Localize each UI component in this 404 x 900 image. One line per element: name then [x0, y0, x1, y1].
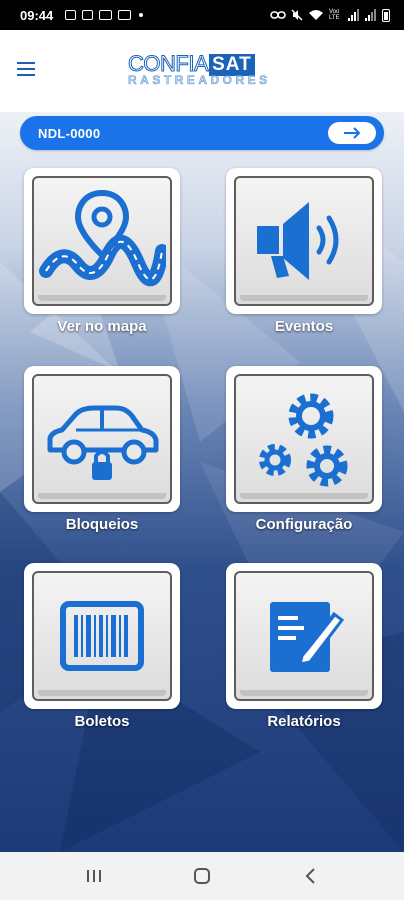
tile-boletos[interactable]: Boletos: [24, 563, 180, 739]
status-bar-left: 09:44: [20, 7, 144, 23]
tile-card: [24, 366, 180, 512]
email-icon: [82, 10, 94, 20]
tile-icon-frame: [32, 176, 172, 306]
logo-subtitle: RASTREADORES: [128, 73, 271, 87]
mute-icon: [291, 9, 303, 21]
wifi-label: Voo LTE: [329, 9, 340, 21]
tile-icon-frame: [234, 571, 374, 701]
logo: CONFIA SAT RASTREADORES: [127, 51, 278, 92]
arrow-right-icon: [344, 127, 361, 139]
gears-icon: [259, 393, 348, 487]
signal-icon: [348, 9, 359, 21]
tile-ver-no-mapa[interactable]: Ver no mapa: [24, 168, 180, 344]
recent-apps-button[interactable]: [74, 861, 114, 891]
home-icon: [194, 868, 210, 884]
car-lock-icon: [47, 405, 159, 480]
report-pen-icon: [270, 602, 345, 672]
tile-icon-frame: [234, 374, 374, 504]
link-icon: [270, 11, 286, 19]
tile-relatorios[interactable]: Relatórios: [226, 563, 382, 739]
signal-icon-2: [365, 9, 376, 21]
tile-bloqueios[interactable]: Bloqueios: [24, 366, 180, 542]
tile-label: Configuração: [255, 516, 353, 533]
laptop-icon: [118, 10, 132, 20]
tile-icon-frame: [32, 571, 172, 701]
vehicle-plate: NDL-0000: [38, 125, 101, 141]
status-bar: 09:44 Voo LTE: [0, 0, 404, 30]
tile-label: Ver no mapa: [57, 318, 147, 335]
tile-eventos[interactable]: Eventos: [226, 168, 382, 344]
app-header: CONFIA SAT RASTREADORES: [0, 30, 404, 112]
dot-icon: [139, 13, 144, 17]
image-icon: [65, 10, 77, 20]
tile-card: [226, 366, 382, 512]
tile-card: [226, 563, 382, 709]
recent-apps-icon: [87, 870, 101, 882]
monitor-icon: [99, 10, 113, 20]
barcode-icon: [60, 601, 144, 671]
vehicle-selector[interactable]: NDL-0000: [20, 116, 384, 150]
tile-label: Boletos: [74, 713, 130, 730]
tile-label: Eventos: [274, 318, 334, 335]
tile-label: Bloqueios: [65, 516, 139, 533]
hamburger-icon: [17, 62, 35, 64]
tile-card: [24, 563, 180, 709]
battery-icon: [382, 8, 390, 22]
go-button[interactable]: [328, 122, 376, 144]
main-area: NDL-0000 Ver no mapa Eventos Bloqueios C…: [0, 112, 404, 852]
speaker-icon: [257, 202, 339, 280]
back-icon: [305, 868, 315, 884]
system-nav-bar: [0, 852, 404, 900]
wifi-icon: [308, 9, 324, 21]
status-time: 09:44: [20, 7, 54, 23]
tile-card: [24, 168, 180, 314]
tile-icon-frame: [32, 374, 172, 504]
tile-card: [226, 168, 382, 314]
home-button[interactable]: [182, 861, 222, 891]
tile-icon-frame: [234, 176, 374, 306]
menu-button[interactable]: [17, 62, 39, 80]
tile-configuracao[interactable]: Configuração: [226, 366, 382, 542]
back-button[interactable]: [290, 861, 330, 891]
map-pin-road-icon: [39, 189, 166, 287]
status-bar-right: Voo LTE: [270, 8, 390, 22]
hamburger-line: [17, 74, 35, 76]
tile-label: Relatórios: [267, 713, 341, 730]
hamburger-line: [17, 68, 35, 70]
